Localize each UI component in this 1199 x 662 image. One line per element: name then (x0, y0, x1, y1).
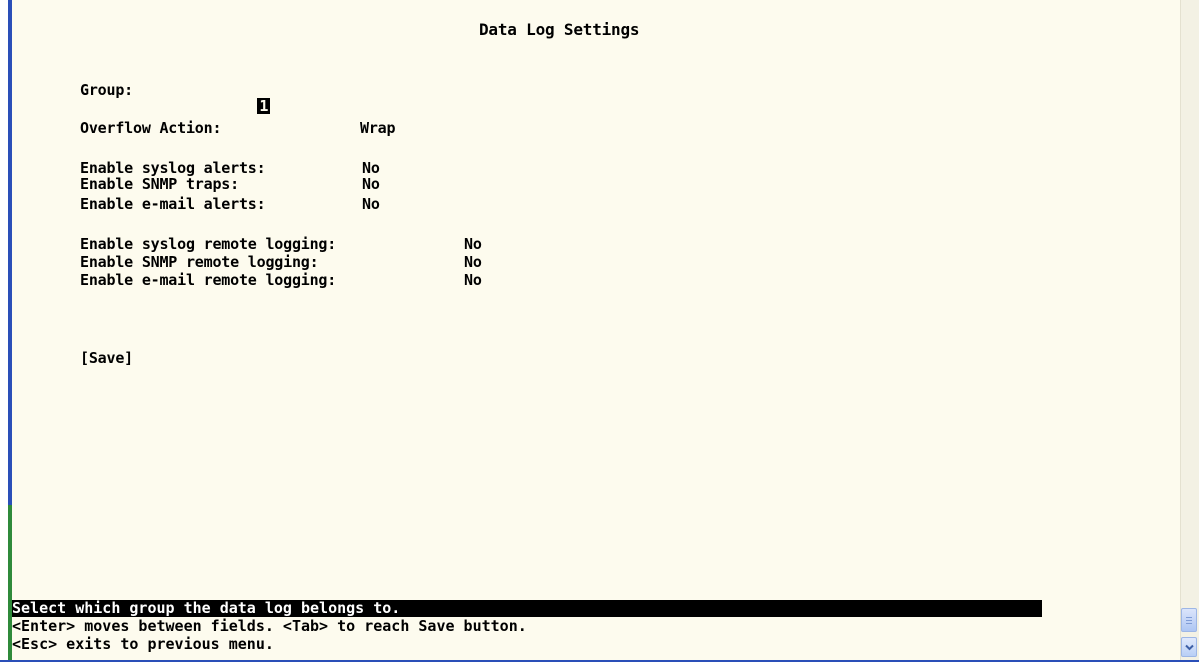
email-remote-logging-label: Enable e-mail remote logging: (80, 271, 337, 289)
page-title: Data Log Settings (479, 20, 640, 39)
thumb-grip (1186, 623, 1192, 624)
snmp-remote-logging-value[interactable]: No (464, 254, 482, 270)
nav-hint-fields: <Enter> moves between fields. <Tab> to r… (12, 617, 527, 635)
email-alerts-label: Enable e-mail alerts: (80, 195, 266, 213)
scroll-thumb[interactable] (1181, 608, 1197, 632)
help-text: Select which group the data log belongs … (12, 599, 401, 617)
snmp-remote-logging-label: Enable SNMP remote logging: (80, 253, 319, 271)
save-button[interactable]: [Save] (80, 350, 133, 366)
nav-hint-exit: <Esc> exits to previous menu. (12, 635, 274, 653)
window-left-edge (0, 0, 8, 662)
group-field[interactable]: 1 (222, 82, 271, 130)
syslog-remote-logging-value[interactable]: No (464, 236, 482, 252)
vertical-scrollbar[interactable] (1180, 0, 1199, 662)
group-label: Group: (80, 81, 133, 99)
chevron-down-icon (1184, 644, 1194, 650)
scroll-down-button[interactable] (1181, 637, 1197, 657)
syslog-remote-logging-label: Enable syslog remote logging: (80, 235, 337, 253)
overflow-action-value[interactable]: Wrap (360, 120, 396, 136)
email-remote-logging-value[interactable]: No (464, 272, 482, 288)
syslog-alerts-label: Enable syslog alerts: (80, 159, 266, 177)
thumb-grip (1186, 620, 1192, 621)
snmp-traps-label: Enable SNMP traps: (80, 175, 239, 193)
terminal-window: Data Log Settings Group: 1 Overflow Acti… (0, 0, 1199, 662)
thumb-grip (1186, 617, 1192, 618)
group-value[interactable]: 1 (257, 98, 271, 114)
overflow-action-label: Overflow Action: (80, 119, 222, 137)
email-alerts-value[interactable]: No (362, 196, 380, 212)
snmp-traps-value[interactable]: No (362, 176, 380, 192)
syslog-alerts-value[interactable]: No (362, 160, 380, 176)
